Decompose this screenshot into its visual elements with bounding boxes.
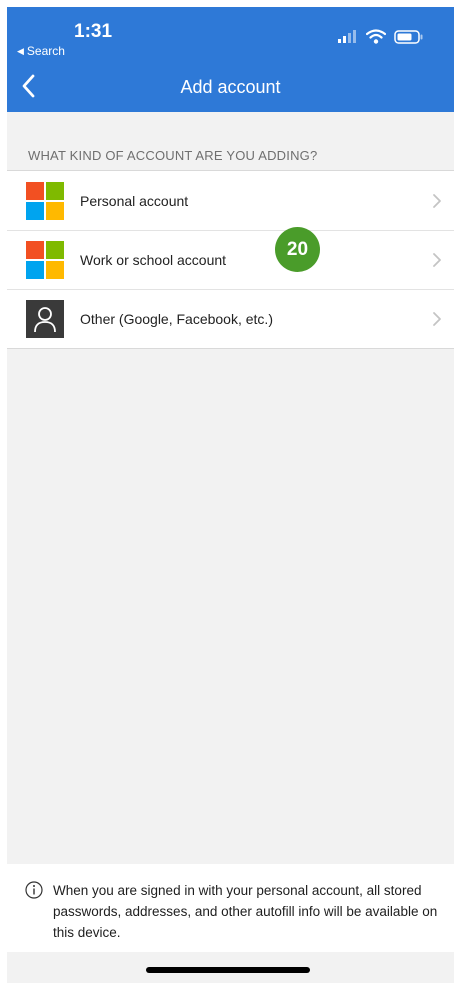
person-icon bbox=[26, 299, 64, 338]
info-banner: When you are signed in with your persona… bbox=[7, 864, 454, 952]
signal-icon bbox=[338, 30, 356, 43]
account-option-label: Other (Google, Facebook, etc.) bbox=[80, 310, 273, 327]
step-badge: 20 bbox=[275, 227, 320, 272]
account-option-label: Work or school account bbox=[80, 251, 227, 268]
chevron-right-icon bbox=[433, 193, 441, 208]
status-back-link[interactable]: ◀ Search bbox=[17, 44, 65, 58]
status-back-label: Search bbox=[26, 44, 65, 58]
microsoft-logo-icon bbox=[26, 240, 64, 279]
account-option-work-school[interactable]: Work or school account bbox=[7, 230, 454, 289]
battery-icon bbox=[394, 29, 423, 44]
chevron-right-icon bbox=[433, 311, 441, 326]
info-text: When you are signed in with your persona… bbox=[53, 883, 438, 940]
microsoft-logo-icon bbox=[26, 181, 64, 220]
app-screen: 1:31 ◀ Search Add account WHAT KIND OF A… bbox=[7, 7, 454, 983]
status-icons bbox=[338, 29, 424, 44]
account-type-list: Personal account Work or school account bbox=[7, 170, 454, 349]
home-indicator[interactable] bbox=[146, 967, 310, 973]
section-label: WHAT KIND OF ACCOUNT ARE YOU ADDING? bbox=[28, 148, 318, 163]
chevron-right-icon bbox=[433, 252, 441, 267]
account-option-label: Personal account bbox=[80, 192, 189, 209]
page-title: Add account bbox=[180, 77, 281, 97]
wifi-icon bbox=[366, 29, 386, 44]
account-option-personal[interactable]: Personal account bbox=[7, 171, 454, 230]
back-triangle-icon: ◀ bbox=[17, 45, 24, 56]
info-icon bbox=[25, 881, 43, 899]
account-option-other[interactable]: Other (Google, Facebook, etc.) bbox=[7, 289, 454, 348]
status-time: 1:31 bbox=[74, 21, 113, 42]
header-bar: 1:31 ◀ Search Add account bbox=[7, 7, 454, 112]
